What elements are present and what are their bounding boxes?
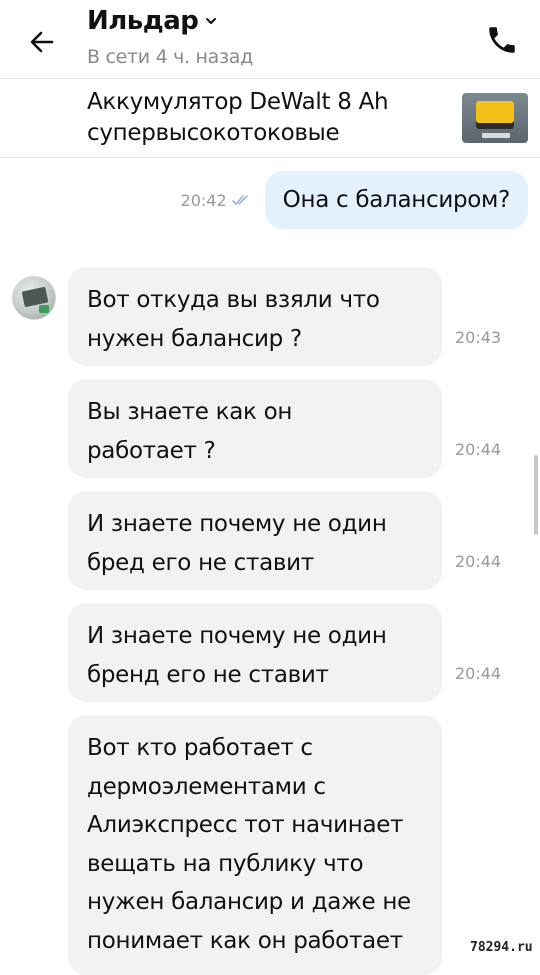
message-text: И знаете почему не один бред его не став… bbox=[87, 511, 387, 576]
scrollbar[interactable] bbox=[534, 455, 538, 535]
incoming-bubble[interactable]: И знаете почему не один бред его не став… bbox=[68, 491, 442, 590]
contact-status: В сети 4 ч. назад bbox=[87, 46, 253, 68]
arrow-left-icon bbox=[30, 31, 54, 53]
contact-name-button[interactable]: Ильдар bbox=[87, 6, 218, 36]
incoming-bubble[interactable]: Вот кто работает с дермоэлементами с Али… bbox=[68, 715, 442, 975]
watermark: 78294.ru bbox=[470, 940, 533, 955]
call-button[interactable] bbox=[484, 22, 520, 58]
listing-preview[interactable]: Аккумулятор DeWalt 8 Ah супервысокотоков… bbox=[0, 79, 540, 157]
message-text: И знаете почему не один бренд его не ста… bbox=[87, 623, 387, 688]
phone-icon bbox=[489, 27, 515, 53]
message-time: 20:43 bbox=[455, 328, 502, 347]
listing-divider bbox=[0, 157, 540, 158]
message-time: 20:44 bbox=[455, 664, 502, 683]
incoming-bubble[interactable]: Вы знаете как он работает ? bbox=[68, 379, 442, 478]
contact-name: Ильдар bbox=[87, 6, 199, 36]
listing-thumbnail[interactable] bbox=[462, 93, 528, 143]
chevron-down-icon bbox=[206, 18, 217, 24]
chat-header: Ильдар В сети 4 ч. назад bbox=[0, 0, 540, 78]
battery-label-shape bbox=[482, 133, 510, 138]
message-text: Вот откуда вы взяли что нужен балансир ? bbox=[87, 287, 380, 352]
read-ticks-icon bbox=[231, 195, 248, 205]
outgoing-bubble[interactable]: Она с балансиром? bbox=[264, 171, 528, 229]
message-time: 20:44 bbox=[455, 552, 502, 571]
message-time: 20:44 bbox=[455, 440, 502, 459]
avatar-shape-accent bbox=[39, 305, 49, 313]
incoming-bubble[interactable]: И знаете почему не один бренд его не ста… bbox=[68, 603, 442, 702]
message-text: Вот кто работает с дермоэлементами с Али… bbox=[87, 735, 411, 954]
listing-title: Аккумулятор DeWalt 8 Ah супервысокотоков… bbox=[87, 89, 389, 146]
message-text: Вы знаете как он работает ? bbox=[87, 399, 293, 464]
message-time: 20:42 bbox=[180, 190, 227, 210]
outgoing-message: 20:42 Она с балансиром? bbox=[181, 171, 528, 229]
battery-image bbox=[476, 101, 514, 129]
sender-avatar[interactable] bbox=[12, 276, 56, 320]
back-button[interactable] bbox=[26, 26, 58, 58]
incoming-bubble[interactable]: Вот откуда вы взяли что нужен балансир ? bbox=[68, 267, 442, 366]
